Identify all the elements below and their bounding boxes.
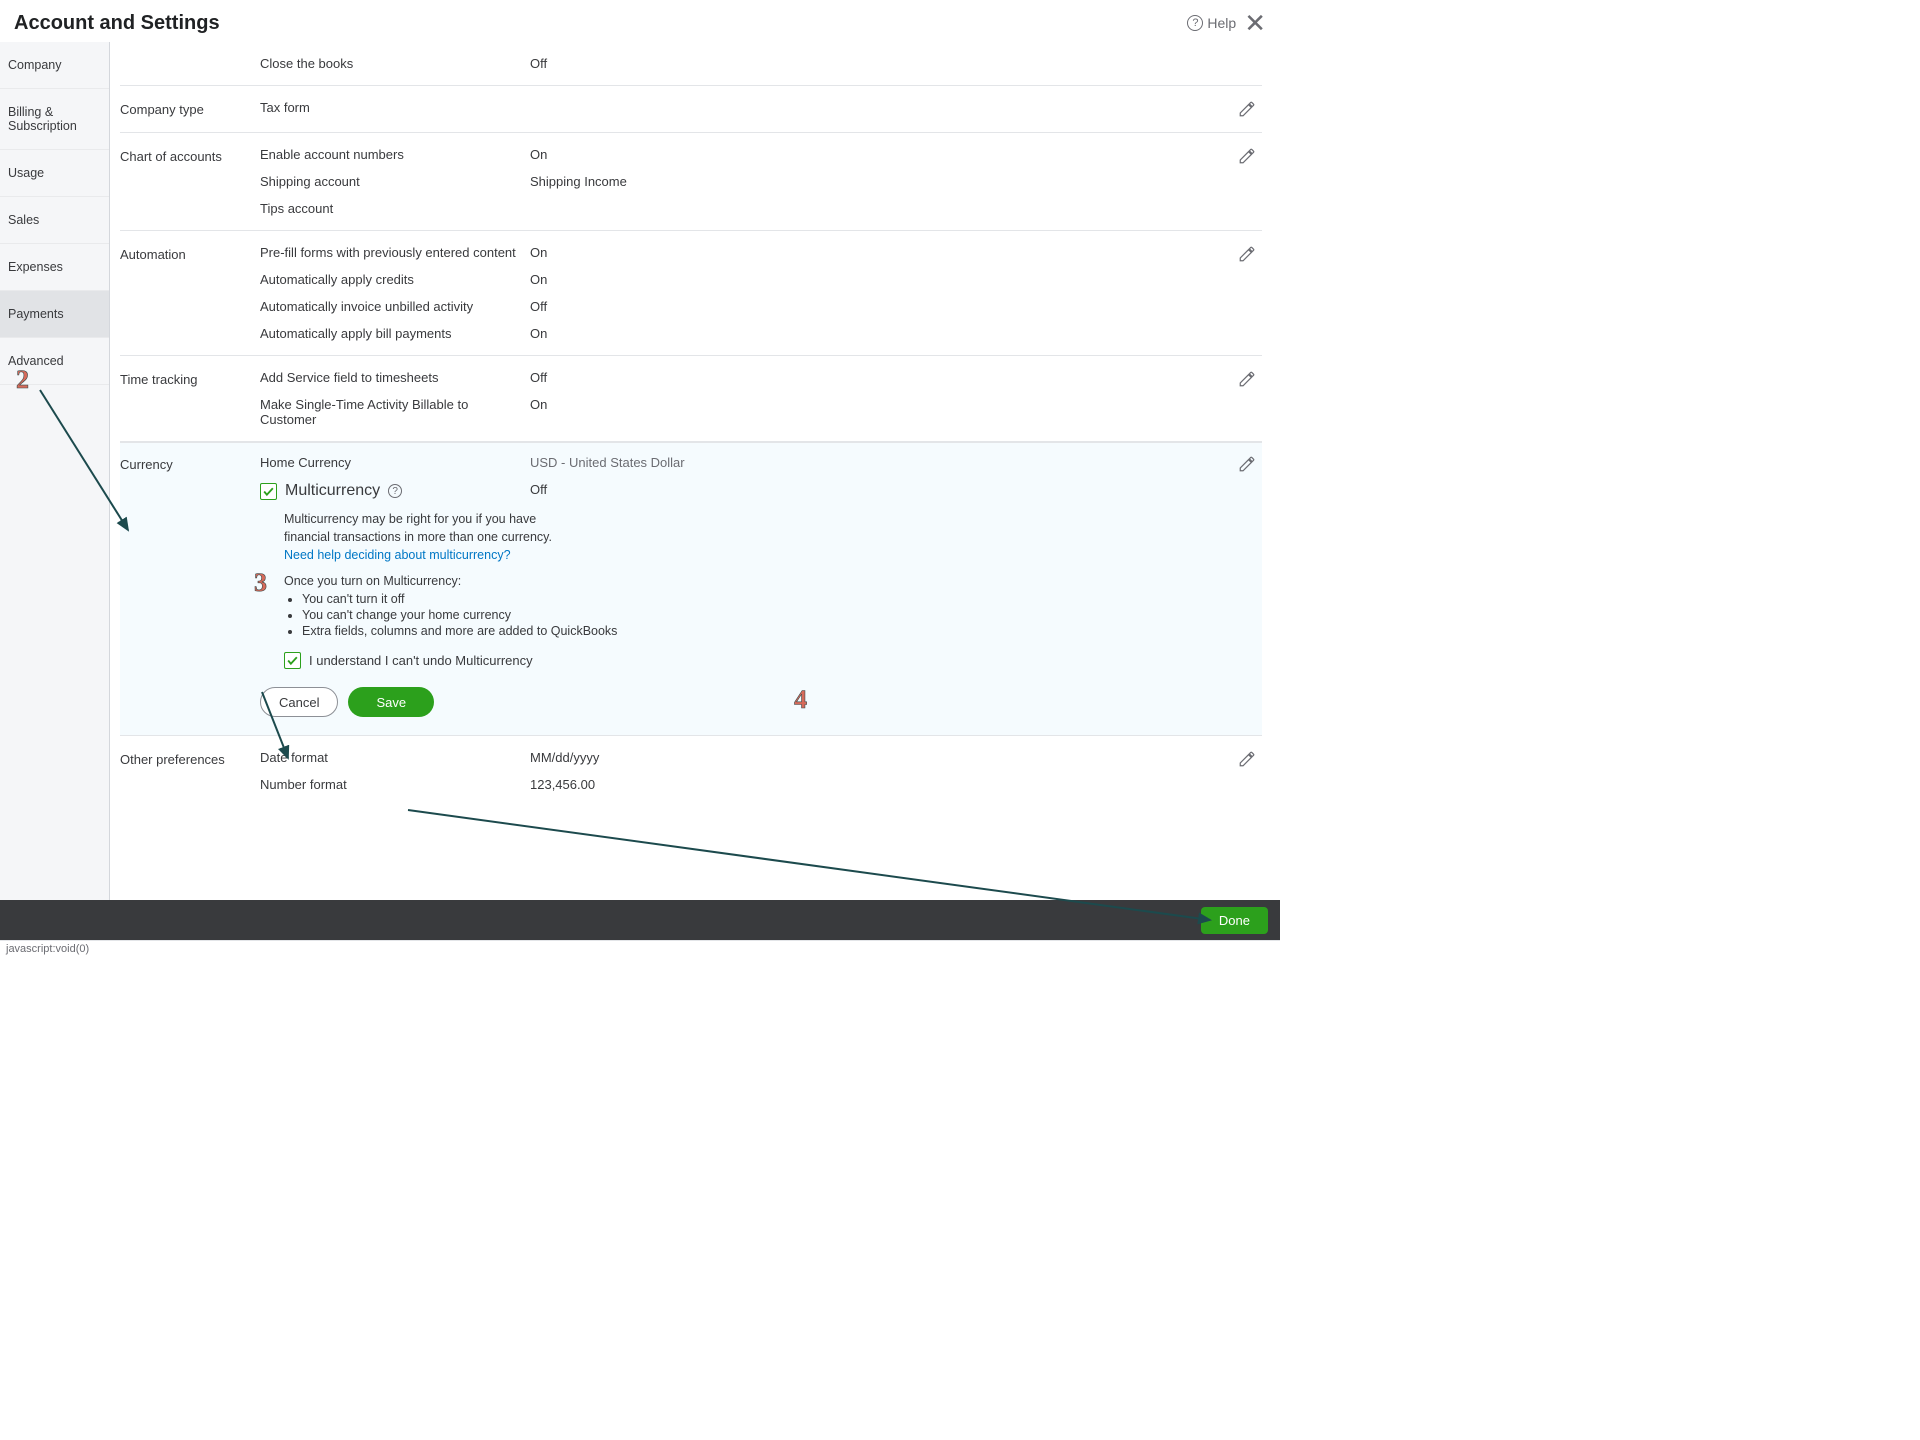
service-field-value: Off bbox=[530, 370, 1212, 385]
pencil-icon[interactable] bbox=[1238, 750, 1256, 768]
sidebar-item-payments[interactable]: Payments bbox=[0, 291, 109, 338]
info-icon[interactable]: ? bbox=[388, 484, 402, 498]
enable-account-numbers-value: On bbox=[530, 147, 1212, 162]
apply-bill-label: Automatically apply bill payments bbox=[260, 326, 520, 341]
help-label: Help bbox=[1207, 15, 1236, 31]
multicurrency-label: Multicurrency bbox=[285, 482, 380, 500]
home-currency-value: USD - United States Dollar bbox=[530, 455, 1212, 470]
other-pref-title: Other preferences bbox=[120, 750, 250, 767]
automation-title: Automation bbox=[120, 245, 250, 262]
shipping-account-value: Shipping Income bbox=[530, 174, 1212, 189]
once-item-3: Extra fields, columns and more are added… bbox=[302, 624, 1212, 638]
shipping-account-label: Shipping account bbox=[260, 174, 520, 189]
save-button[interactable]: Save bbox=[348, 687, 434, 717]
multicurrency-help-link[interactable]: Need help deciding about multicurrency? bbox=[284, 548, 511, 562]
singletime-value: On bbox=[530, 397, 1212, 412]
help-icon: ? bbox=[1187, 15, 1203, 31]
pencil-icon[interactable] bbox=[1238, 147, 1256, 165]
date-format-label: Date format bbox=[260, 750, 520, 765]
multicurrency-checkbox[interactable] bbox=[260, 483, 277, 500]
sidebar-item-expenses[interactable]: Expenses bbox=[0, 244, 109, 291]
once-item-2: You can't change your home currency bbox=[302, 608, 1212, 622]
invoice-unbilled-value: Off bbox=[530, 299, 1212, 314]
page-title: Account and Settings bbox=[14, 12, 220, 35]
main-content[interactable]: Close the books Off Company type Tax for… bbox=[110, 42, 1280, 900]
number-format-label: Number format bbox=[260, 777, 520, 792]
service-field-label: Add Service field to timesheets bbox=[260, 370, 520, 385]
date-format-value: MM/dd/yyyy bbox=[530, 750, 1212, 765]
sidebar-item-billing[interactable]: Billing & Subscription bbox=[0, 89, 109, 150]
currency-title: Currency bbox=[120, 455, 250, 472]
help-link[interactable]: ? Help bbox=[1187, 15, 1236, 31]
time-tracking-title: Time tracking bbox=[120, 370, 250, 387]
multicurrency-value: Off bbox=[530, 482, 1212, 497]
enable-account-numbers-label: Enable account numbers bbox=[260, 147, 520, 162]
sidebar-item-company[interactable]: Company bbox=[0, 42, 109, 89]
currency-section: Currency Home Currency Multicurrency ? U… bbox=[120, 442, 1262, 736]
cancel-button[interactable]: Cancel bbox=[260, 687, 338, 717]
multicurrency-desc: Multicurrency may be right for you if yo… bbox=[284, 512, 552, 544]
once-item-1: You can't turn it off bbox=[302, 592, 1212, 606]
apply-credits-label: Automatically apply credits bbox=[260, 272, 520, 287]
pencil-icon[interactable] bbox=[1238, 100, 1256, 118]
footer-bar: Done bbox=[0, 900, 1280, 940]
apply-bill-value: On bbox=[530, 326, 1212, 341]
understand-label: I understand I can't undo Multicurrency bbox=[309, 653, 533, 668]
understand-checkbox[interactable] bbox=[284, 652, 301, 669]
singletime-label: Make Single-Time Activity Billable to Cu… bbox=[260, 397, 520, 427]
chart-accounts-title: Chart of accounts bbox=[120, 147, 250, 164]
apply-credits-value: On bbox=[530, 272, 1212, 287]
close-icon[interactable]: ✕ bbox=[1244, 10, 1266, 36]
close-books-value: Off bbox=[530, 56, 1212, 71]
tips-account-label: Tips account bbox=[260, 201, 520, 216]
invoice-unbilled-label: Automatically invoice unbilled activity bbox=[260, 299, 520, 314]
annotation-3: 3 bbox=[254, 568, 267, 598]
tax-form-label: Tax form bbox=[260, 100, 520, 115]
pencil-icon[interactable] bbox=[1238, 370, 1256, 388]
sidebar: Company Billing & Subscription Usage Sal… bbox=[0, 42, 110, 900]
prefill-value: On bbox=[530, 245, 1212, 260]
sidebar-item-usage[interactable]: Usage bbox=[0, 150, 109, 197]
prefill-label: Pre-fill forms with previously entered c… bbox=[260, 245, 520, 260]
status-bar: javascript:void(0) bbox=[0, 940, 1280, 960]
pencil-icon[interactable] bbox=[1238, 245, 1256, 263]
done-button[interactable]: Done bbox=[1201, 907, 1268, 934]
close-books-label: Close the books bbox=[260, 56, 520, 71]
company-type-title: Company type bbox=[120, 100, 250, 117]
once-turn-on-label: Once you turn on Multicurrency: bbox=[284, 574, 461, 588]
annotation-4: 4 bbox=[794, 685, 807, 715]
number-format-value: 123,456.00 bbox=[530, 777, 1212, 792]
pencil-icon[interactable] bbox=[1238, 455, 1256, 473]
home-currency-label: Home Currency bbox=[260, 455, 520, 470]
sidebar-item-sales[interactable]: Sales bbox=[0, 197, 109, 244]
sidebar-item-advanced[interactable]: Advanced bbox=[0, 338, 109, 385]
